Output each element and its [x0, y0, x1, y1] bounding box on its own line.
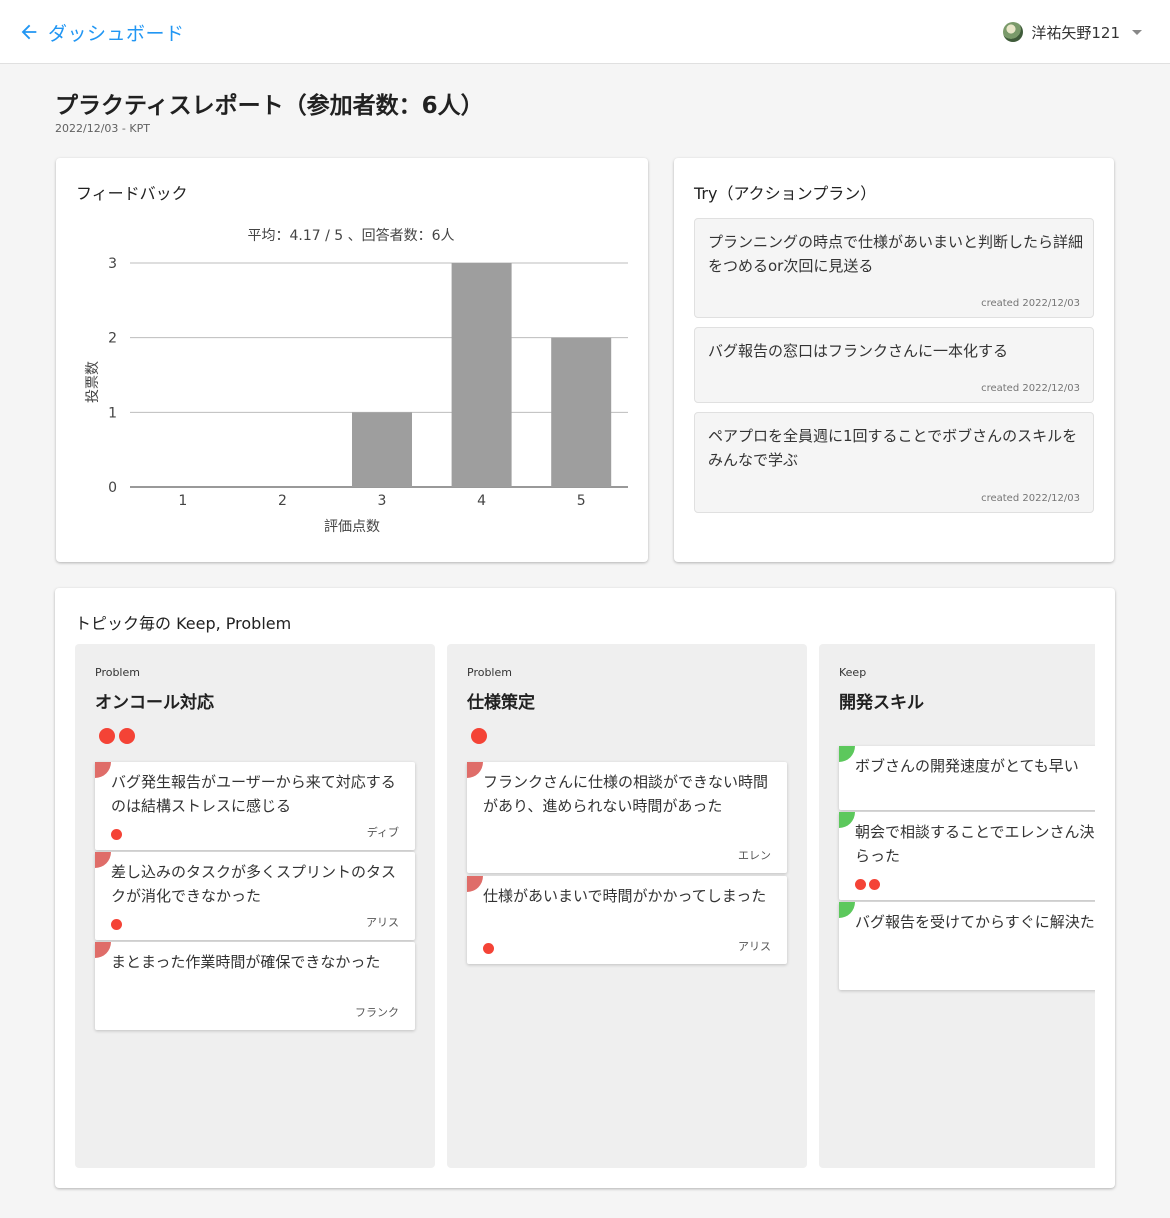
topics-scroll-area[interactable]: Problem オンコール対応 バグ発生報告がユーザーから来て対応するのは結構ス…: [75, 644, 1095, 1168]
feedback-card: フィードバック 平均：4.17 / 5 、回答者数：6人 0 1 2 3 1 2 3 4 5 評価点…: [56, 158, 648, 562]
item-votes: [111, 919, 125, 930]
feedback-bar-chart: 平均：4.17 / 5 、回答者数：6人 0 1 2 3 1 2 3 4 5 評価点数 投票数: [85, 227, 628, 535]
try-item-text: ペアプロを全員週に1回することでボブさんのスキルをみんなで学ぶ: [708, 427, 1078, 469]
app-bar: ダッシュボード 洋祐矢野121: [0, 0, 1170, 64]
try-item[interactable]: バグ報告の窓口はフランクさんに一本化する created 2022/12/03: [694, 327, 1094, 403]
page-subtitle: 2022/12/03 - KPT: [55, 122, 150, 135]
topic-column: Problem 仕様策定 フランクさんに仕様の相談ができない時間があり、進められ…: [447, 644, 807, 1168]
chevron-down-icon: [1132, 29, 1142, 35]
topic-item[interactable]: 朝会で相談することでエレンさん決策をもらった: [839, 812, 1095, 900]
x-tick-label: 5: [577, 493, 586, 509]
problem-marker: [467, 762, 483, 778]
topic-votes: [471, 728, 491, 744]
vote-dot: [869, 879, 880, 890]
vote-dot: [855, 879, 866, 890]
topic-item[interactable]: フランクさんに仕様の相談ができない時間があり、進められない時間があった エレン: [467, 762, 787, 873]
problem-marker: [467, 876, 483, 892]
topic-item-text: 朝会で相談することでエレンさん決策をもらった: [855, 823, 1095, 865]
topic-item-author: アリス: [366, 916, 399, 929]
topic-item[interactable]: ボブさんの開発速度がとても早い: [839, 746, 1095, 810]
problem-marker: [95, 852, 111, 868]
vote-dot: [119, 728, 135, 744]
bar: [451, 263, 512, 487]
try-item[interactable]: ペアプロを全員週に1回することでボブさんのスキルをみんなで学ぶ created …: [694, 412, 1094, 513]
topic-item[interactable]: バグ報告を受けてからすぐに解決た: [839, 902, 1095, 990]
keep-marker: [839, 812, 855, 828]
try-item-text: バグ報告の窓口はフランクさんに一本化する: [708, 342, 1009, 360]
topics-card: トピック毎の Keep, Problem Problem オンコール対応 バグ発…: [55, 588, 1115, 1188]
topic-column: Problem オンコール対応 バグ発生報告がユーザーから来て対応するのは結構ス…: [75, 644, 435, 1168]
x-tick-label: 2: [278, 493, 287, 509]
try-item-text: プランニングの時点で仕様があいまいと判断したら詳細をつめるor次回に見送る: [708, 233, 1084, 275]
topic-column: Keep 開発スキル ボブさんの開発速度がとても早い 朝会で相談することでエレン…: [819, 644, 1095, 1168]
x-axis-label: 評価点数: [324, 519, 380, 535]
item-votes: [111, 829, 125, 840]
topic-title: 仕様策定: [467, 693, 535, 713]
topic-item-text: 仕様があいまいで時間がかかってしまった: [483, 887, 767, 905]
topic-item-text: バグ発生報告がユーザーから来て対応するのは結構ストレスに感じる: [111, 773, 396, 815]
try-item-date: created 2022/12/03: [981, 493, 1080, 504]
topic-type: Keep: [839, 666, 867, 679]
topic-item-text: ボブさんの開発速度がとても早い: [855, 757, 1079, 775]
topic-type: Problem: [95, 666, 140, 679]
topic-type: Problem: [467, 666, 512, 679]
topic-title: 開発スキル: [839, 693, 924, 713]
vote-dot: [111, 919, 122, 930]
topic-item-author: ディブ: [366, 826, 399, 839]
vote-dot: [111, 829, 122, 840]
bar: [551, 337, 612, 487]
user-name: 洋祐矢野121: [1031, 23, 1120, 42]
item-votes: [483, 943, 497, 954]
y-axis-label: 投票数: [85, 361, 101, 403]
topic-item[interactable]: 差し込みのタスクが多くスプリントのタスクが消化できなかった アリス: [95, 852, 415, 940]
topic-item-author: アリス: [738, 940, 771, 953]
try-item[interactable]: プランニングの時点で仕様があいまいと判断したら詳細をつめるor次回に見送る cr…: [694, 218, 1094, 318]
chart-title: 平均：4.17 / 5 、回答者数：6人: [247, 227, 454, 244]
vote-dot: [99, 728, 115, 744]
avatar: [1003, 22, 1024, 42]
keep-marker: [839, 746, 855, 762]
topic-item[interactable]: バグ発生報告がユーザーから来て対応するのは結構ストレスに感じる ディブ: [95, 762, 415, 850]
x-tick-label: 1: [178, 493, 187, 509]
topic-item-author: フランク: [355, 1006, 399, 1019]
x-tick-label: 4: [477, 493, 486, 509]
keep-marker: [839, 902, 855, 918]
topic-item-text: フランクさんに仕様の相談ができない時間があり、進められない時間があった: [483, 773, 769, 815]
try-card: Try（アクションプラン） プランニングの時点で仕様があいまいと判断したら詳細を…: [674, 158, 1114, 562]
bar: [352, 412, 412, 487]
item-votes: [855, 879, 883, 890]
y-tick-label: 1: [108, 405, 117, 421]
topic-item-text: バグ報告を受けてからすぐに解決た: [855, 913, 1095, 931]
back-to-dashboard-link[interactable]: ダッシュボード: [18, 16, 185, 48]
y-tick-label: 2: [108, 331, 117, 347]
back-label: ダッシュボード: [48, 22, 185, 45]
vote-dot: [471, 728, 487, 744]
topics-card-title: トピック毎の Keep, Problem: [75, 614, 292, 633]
topic-item[interactable]: 仕様があいまいで時間がかかってしまった アリス: [467, 876, 787, 964]
topic-item-text: 差し込みのタスクが多くスプリントのタスクが消化できなかった: [111, 863, 397, 905]
problem-marker: [95, 762, 111, 778]
page-title: プラクティスレポート（参加者数：6人）: [55, 93, 484, 119]
topic-votes: [99, 728, 139, 744]
try-item-date: created 2022/12/03: [981, 383, 1080, 394]
topic-item-text: まとまった作業時間が確保できなかった: [111, 953, 381, 971]
y-tick-label: 0: [108, 480, 117, 496]
problem-marker: [95, 942, 111, 958]
topic-item-author: エレン: [738, 849, 771, 862]
topic-item[interactable]: まとまった作業時間が確保できなかった フランク: [95, 942, 415, 1030]
try-item-date: created 2022/12/03: [981, 298, 1080, 309]
vote-dot: [483, 943, 494, 954]
topic-title: オンコール対応: [95, 693, 214, 713]
arrow-left-icon: [21, 24, 37, 40]
y-tick-label: 3: [108, 256, 117, 272]
x-tick-label: 3: [378, 493, 387, 509]
user-menu[interactable]: 洋祐矢野121: [1003, 18, 1142, 46]
try-card-title: Try（アクションプラン）: [694, 184, 877, 203]
